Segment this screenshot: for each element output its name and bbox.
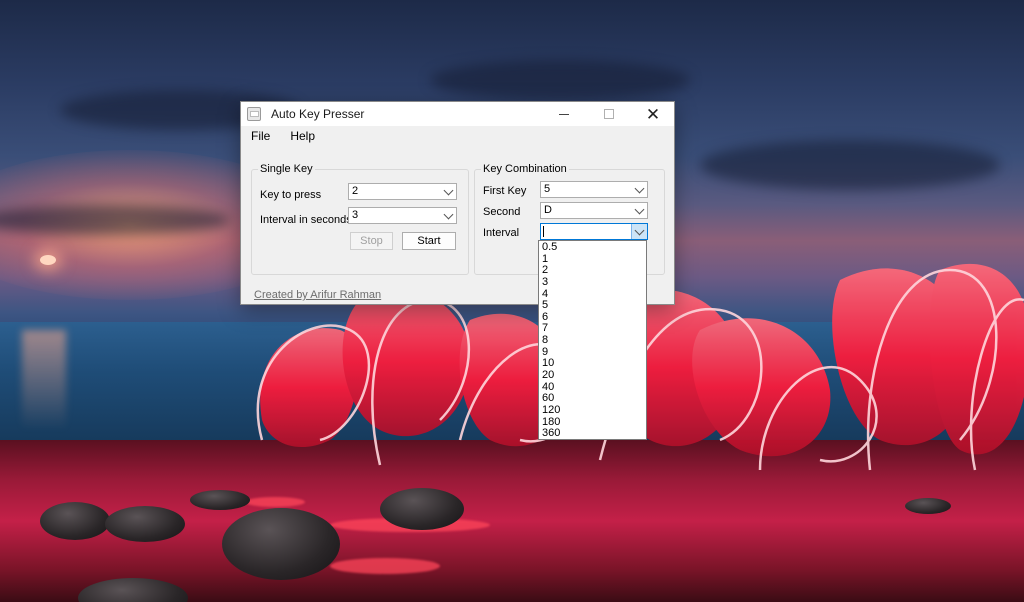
interval-label: Interval (483, 227, 520, 239)
key-combination-group-title: Key Combination (481, 163, 569, 175)
stop-button[interactable]: Stop (350, 232, 393, 250)
single-key-group: Single Key Key to press 2 Interval in se… (251, 163, 469, 275)
interval-dropdown-list[interactable]: 0.5 1 2 3 4 5 6 7 8 9 10 20 40 60 120 180 360 (538, 240, 647, 440)
interval-seconds-value: 3 (352, 209, 359, 221)
menu-help[interactable]: Help (287, 127, 318, 145)
first-key-label: First Key (483, 185, 527, 197)
window-title: Auto Key Presser (271, 107, 365, 121)
interval-option[interactable]: 1 (539, 253, 646, 266)
interval-option[interactable]: 6 (539, 311, 646, 324)
interval-option[interactable]: 3 (539, 276, 646, 289)
interval-option[interactable]: 4 (539, 288, 646, 301)
start-button[interactable]: Start (402, 232, 456, 250)
close-button[interactable]: ✕ (631, 102, 675, 126)
interval-seconds-select[interactable]: 3 (348, 207, 457, 224)
second-key-value: D (544, 204, 552, 216)
interval-option[interactable]: 2 (539, 265, 646, 277)
interval-option[interactable]: 10 (539, 358, 646, 370)
credit-link[interactable]: Created by Arifur Rahman (254, 289, 381, 301)
minimize-icon (559, 113, 569, 115)
first-key-select[interactable]: 5 (540, 181, 648, 198)
interval-option[interactable]: 5 (539, 300, 646, 312)
key-to-press-value: 2 (352, 185, 359, 197)
interval-option[interactable]: 8 (539, 334, 646, 347)
menu-file[interactable]: File (248, 127, 273, 145)
chevron-down-icon (634, 204, 645, 215)
text-cursor (543, 226, 544, 237)
key-to-press-select[interactable]: 2 (348, 183, 457, 200)
interval-seconds-label: Interval in seconds (260, 214, 352, 226)
minimize-button[interactable] (542, 102, 586, 126)
close-icon: ✕ (645, 104, 661, 124)
second-key-select[interactable]: D (540, 202, 648, 219)
first-key-value: 5 (544, 183, 551, 195)
maximize-button[interactable] (587, 102, 631, 126)
interval-option[interactable]: 360 (539, 428, 646, 440)
interval-option[interactable]: 7 (539, 323, 646, 335)
interval-option[interactable]: 9 (539, 346, 646, 359)
interval-option[interactable]: 120 (539, 404, 646, 417)
key-to-press-label: Key to press (260, 189, 322, 201)
chevron-down-icon (634, 183, 645, 194)
interval-option[interactable]: 0.5 (539, 241, 646, 254)
chevron-down-icon (443, 209, 454, 220)
menu-bar: File Help (241, 126, 674, 146)
interval-select[interactable] (540, 223, 648, 240)
chevron-down-icon (443, 185, 454, 196)
title-bar[interactable]: Auto Key Presser ✕ (241, 102, 674, 126)
maximize-icon (604, 109, 614, 119)
interval-option[interactable]: 40 (539, 381, 646, 394)
interval-dropdown-button[interactable] (631, 224, 647, 239)
app-icon (247, 107, 261, 121)
chevron-down-icon (634, 225, 645, 236)
single-key-group-title: Single Key (258, 163, 315, 175)
second-key-label: Second (483, 206, 521, 218)
interval-option[interactable]: 20 (539, 369, 646, 382)
